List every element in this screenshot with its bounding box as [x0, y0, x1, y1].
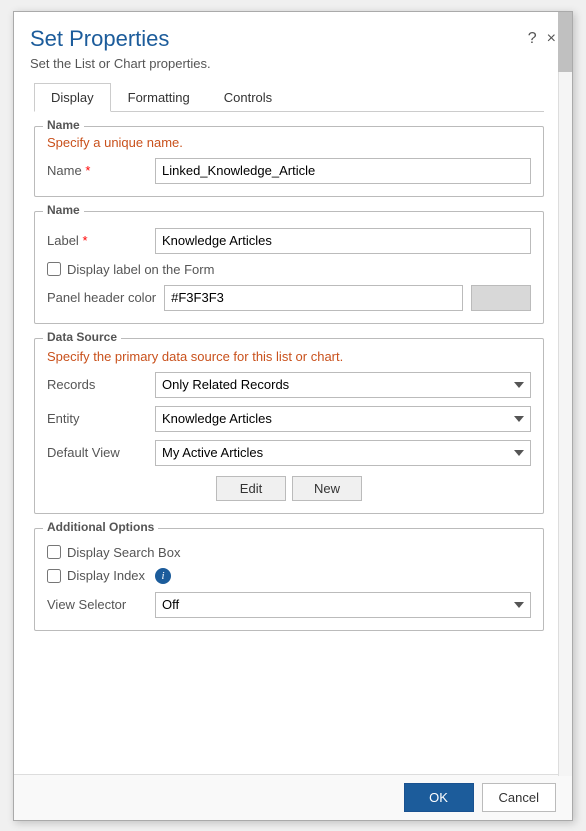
data-source-fieldset: Data Source Specify the primary data sou…	[34, 338, 544, 514]
name-input[interactable]	[155, 158, 531, 184]
label-input[interactable]	[155, 228, 531, 254]
display-search-box-checkbox[interactable]	[47, 545, 61, 559]
display-search-box-label: Display Search Box	[67, 545, 180, 560]
tab-display[interactable]: Display	[34, 83, 111, 112]
dialog-title-section: Set Properties Set the List or Chart pro…	[30, 26, 528, 71]
display-label-row: Display label on the Form	[47, 262, 531, 277]
records-row: Records Only Related Records All Records	[47, 372, 531, 398]
display-label-text: Display label on the Form	[67, 262, 214, 277]
label-required: *	[82, 233, 87, 248]
data-source-description: Specify the primary data source for this…	[47, 349, 531, 364]
ok-button[interactable]: OK	[404, 783, 474, 812]
view-selector-row: View Selector Off On Show All Views Show…	[47, 592, 531, 618]
tab-formatting[interactable]: Formatting	[111, 83, 207, 112]
records-label: Records	[47, 377, 147, 392]
specify-unique-text: Specify a unique name.	[47, 135, 531, 150]
dialog-title: Set Properties	[30, 26, 528, 52]
records-select[interactable]: Only Related Records All Records	[155, 372, 531, 398]
entity-select[interactable]: Knowledge Articles	[155, 406, 531, 432]
scrollbar-thumb[interactable]	[558, 12, 572, 72]
display-label-checkbox[interactable]	[47, 262, 61, 276]
display-index-info-icon[interactable]: i	[155, 568, 171, 584]
default-view-select[interactable]: My Active Articles Active Articles All A…	[155, 440, 531, 466]
panel-header-input[interactable]	[164, 285, 463, 311]
name-required: *	[85, 163, 90, 178]
edit-button[interactable]: Edit	[216, 476, 286, 501]
name-legend-1: Name	[43, 118, 84, 132]
color-swatch[interactable]	[471, 285, 531, 311]
panel-header-row: Panel header color	[47, 285, 531, 311]
label-label: Label *	[47, 233, 147, 248]
additional-options-legend: Additional Options	[43, 520, 158, 534]
panel-header-label: Panel header color	[47, 290, 156, 305]
scrollbar-track[interactable]	[558, 12, 572, 776]
new-button[interactable]: New	[292, 476, 362, 501]
dialog-header: Set Properties Set the List or Chart pro…	[14, 12, 572, 75]
entity-label: Entity	[47, 411, 147, 426]
edit-new-buttons-row: Edit New	[47, 476, 531, 501]
set-properties-dialog: Set Properties Set the List or Chart pro…	[13, 11, 573, 821]
label-field-row: Label *	[47, 228, 531, 254]
close-icon[interactable]: ×	[547, 30, 556, 48]
dialog-subtitle: Set the List or Chart properties.	[30, 56, 528, 71]
default-view-label: Default View	[47, 445, 147, 460]
help-icon[interactable]: ?	[528, 30, 537, 48]
dialog-footer: OK Cancel	[14, 774, 572, 820]
name-label: Name *	[47, 163, 147, 178]
display-index-checkbox[interactable]	[47, 569, 61, 583]
cancel-button[interactable]: Cancel	[482, 783, 556, 812]
name-fieldset-1: Name Specify a unique name. Name *	[34, 126, 544, 197]
name-legend-2: Name	[43, 203, 84, 217]
default-view-row: Default View My Active Articles Active A…	[47, 440, 531, 466]
display-index-label: Display Index	[67, 568, 145, 583]
data-source-legend: Data Source	[43, 330, 121, 344]
name-field-row: Name *	[47, 158, 531, 184]
dialog-body: Display Formatting Controls Name Specify…	[14, 75, 572, 774]
entity-row: Entity Knowledge Articles	[47, 406, 531, 432]
additional-options-fieldset: Additional Options Display Search Box Di…	[34, 528, 544, 631]
name-fieldset-2: Name Label * Display label on the Form P…	[34, 211, 544, 324]
dialog-actions: ? ×	[528, 30, 556, 48]
view-selector-select[interactable]: Off On Show All Views Show Selected View…	[155, 592, 531, 618]
view-selector-label: View Selector	[47, 597, 147, 612]
tabs-bar: Display Formatting Controls	[34, 83, 544, 112]
display-search-box-row: Display Search Box	[47, 545, 531, 560]
tab-controls[interactable]: Controls	[207, 83, 289, 112]
display-index-row: Display Index i	[47, 568, 531, 584]
